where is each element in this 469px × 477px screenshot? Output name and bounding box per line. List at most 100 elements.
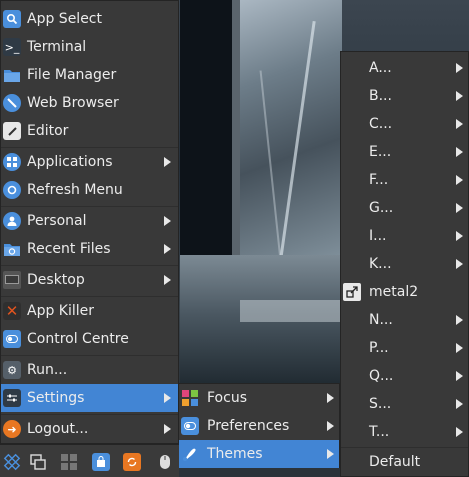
theme-group-i[interactable]: I... [341, 222, 468, 250]
theme-group-b[interactable]: B... [341, 82, 468, 110]
submenu-arrow-icon [456, 147, 463, 157]
submenu-arrow-icon [456, 203, 463, 213]
menu-item-settings[interactable]: Settings [1, 384, 178, 412]
desktop-icon [3, 271, 21, 289]
theme-group-s[interactable]: S... [341, 390, 468, 418]
update-icon [123, 453, 141, 471]
wallpaper-floor-reflection [240, 300, 342, 322]
settings-submenu: Focus Preferences Themes [178, 383, 340, 468]
refresh-icon [3, 181, 21, 199]
taskbar [0, 444, 179, 477]
submenu-item-label: Themes [207, 446, 263, 462]
menu-item-terminal[interactable]: >_ Terminal [1, 33, 178, 61]
menu-item-label: Web Browser [27, 95, 119, 111]
folder-icon [3, 66, 21, 84]
windows-button[interactable] [26, 450, 50, 474]
workspaces-icon [60, 453, 78, 471]
theme-group-label: I... [369, 228, 387, 244]
menu-item-desktop[interactable]: Desktop [1, 266, 178, 294]
menu-item-personal[interactable]: Personal [1, 207, 178, 235]
menu-item-label: Control Centre [27, 331, 129, 347]
menu-item-editor[interactable]: Editor [1, 117, 178, 145]
submenu-arrow-icon [456, 427, 463, 437]
theme-group-g[interactable]: G... [341, 194, 468, 222]
main-menu: App Select >_ Terminal File Manager Web … [0, 0, 179, 444]
theme-group-n[interactable]: N... [341, 306, 468, 334]
menu-item-run[interactable]: ⚙ Run... [1, 356, 178, 384]
menu-item-applications[interactable]: Applications [1, 148, 178, 176]
theme-item-label: Default [369, 454, 421, 470]
submenu-arrow-icon [164, 244, 171, 254]
globe-icon [3, 94, 21, 112]
theme-group-f[interactable]: F... [341, 166, 468, 194]
theme-item-metal2[interactable]: metal2 [341, 278, 468, 306]
menu-item-label: Logout... [27, 421, 89, 437]
theme-group-label: E... [369, 144, 392, 160]
submenu-arrow-icon [456, 63, 463, 73]
submenu-item-label: Focus [207, 390, 247, 406]
theme-group-k[interactable]: K... [341, 250, 468, 278]
theme-group-label: Q... [369, 368, 394, 384]
theme-group-e[interactable]: E... [341, 138, 468, 166]
workspaces-button[interactable] [57, 450, 81, 474]
update-button[interactable] [120, 450, 144, 474]
theme-group-q[interactable]: Q... [341, 362, 468, 390]
submenu-arrow-icon [327, 421, 334, 431]
submenu-arrow-icon [456, 399, 463, 409]
menu-item-label: Settings [27, 390, 85, 406]
theme-group-label: S... [369, 396, 392, 412]
theme-group-a[interactable]: A... [341, 54, 468, 82]
logout-icon: ➜ [3, 420, 21, 438]
submenu-arrow-icon [456, 175, 463, 185]
menu-item-file-manager[interactable]: File Manager [1, 61, 178, 89]
theme-group-p[interactable]: P... [341, 334, 468, 362]
store-bag-icon [92, 453, 110, 471]
submenu-arrow-icon [164, 216, 171, 226]
submenu-arrow-icon [164, 424, 171, 434]
menu-item-app-killer[interactable]: ✕ App Killer [1, 297, 178, 325]
theme-item-default[interactable]: Default [341, 448, 468, 476]
menu-item-app-select[interactable]: App Select [1, 5, 178, 33]
sliders-icon [3, 389, 21, 407]
magnifier-icon [3, 10, 21, 28]
theme-group-label: T... [369, 424, 390, 440]
menu-item-recent-files[interactable]: Recent Files [1, 235, 178, 263]
store-button[interactable] [89, 450, 113, 474]
submenu-arrow-icon [456, 91, 463, 101]
menu-item-refresh-menu[interactable]: Refresh Menu [1, 176, 178, 204]
submenu-arrow-icon [456, 231, 463, 241]
theme-group-label: P... [369, 340, 389, 356]
menu-item-label: App Killer [27, 303, 95, 319]
theme-group-label: K... [369, 256, 392, 272]
menu-item-label: Run... [27, 362, 68, 378]
menu-item-control-centre[interactable]: Control Centre [1, 325, 178, 353]
submenu-arrow-icon [164, 157, 171, 167]
toggle-icon [3, 330, 21, 348]
submenu-arrow-icon [456, 315, 463, 325]
submenu-item-focus[interactable]: Focus [179, 384, 339, 412]
wallpaper-glass-door [240, 0, 342, 255]
theme-group-t[interactable]: T... [341, 418, 468, 446]
menu-item-label: Terminal [27, 39, 87, 55]
submenu-arrow-icon [164, 275, 171, 285]
themes-brush-icon [181, 445, 199, 463]
terminal-icon: >_ [3, 38, 21, 56]
submenu-arrow-icon [327, 449, 334, 459]
app-grid-button[interactable] [0, 450, 24, 474]
submenu-item-label: Preferences [207, 418, 290, 434]
windows-icon [29, 453, 47, 471]
theme-group-label: G... [369, 200, 394, 216]
submenu-arrow-icon [456, 371, 463, 381]
submenu-item-themes[interactable]: Themes [179, 440, 339, 468]
theme-group-c[interactable]: C... [341, 110, 468, 138]
recent-folder-icon [3, 240, 21, 258]
menu-item-label: File Manager [27, 67, 117, 83]
submenu-item-preferences[interactable]: Preferences [179, 412, 339, 440]
theme-group-label: C... [369, 116, 393, 132]
mouse-icon [156, 453, 174, 471]
themes-submenu: A... B... C... E... F... G... I... K... … [340, 51, 469, 477]
focus-grid-icon [181, 389, 199, 407]
mouse-button[interactable] [153, 450, 177, 474]
menu-item-web-browser[interactable]: Web Browser [1, 89, 178, 117]
menu-item-logout[interactable]: ➜ Logout... [1, 415, 178, 443]
